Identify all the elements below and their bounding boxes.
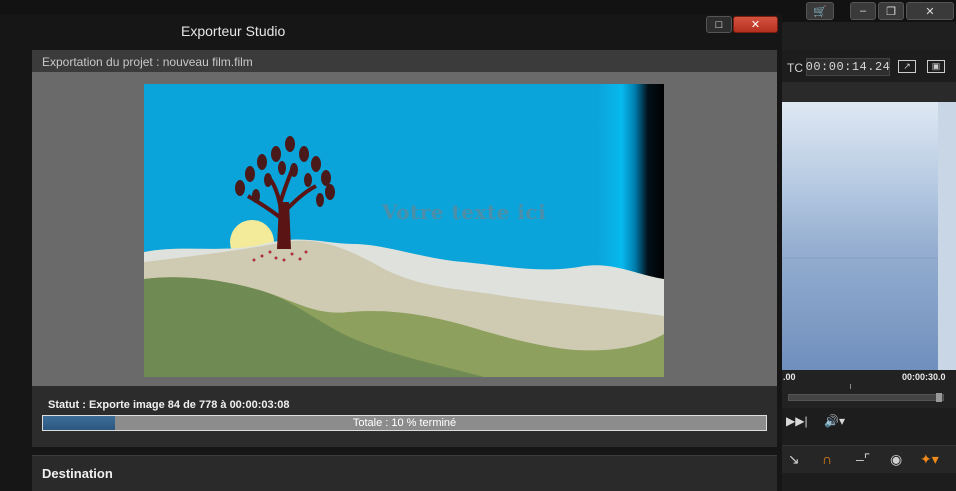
audio-icon[interactable]: ◉ [890, 451, 902, 468]
tree-trunk [277, 202, 291, 249]
progress-bar: Totale : 10 % terminé [42, 415, 767, 431]
restore-icon[interactable]: ❐ [878, 2, 904, 20]
magic-wand-icon[interactable]: ✦▾ [920, 451, 939, 468]
destination-label: Destination [42, 466, 113, 481]
preview-top-strip [782, 82, 956, 102]
export-preview-stage: Votre texte ici [32, 72, 777, 386]
timecode-prefix: TC [787, 61, 803, 75]
close-icon[interactable]: ✕ [733, 16, 778, 33]
export-icon[interactable]: ↗ [898, 60, 916, 73]
transport-controls: ▶▶| 🔊▾ [782, 410, 956, 434]
timeline-tick [850, 384, 851, 389]
magnet-icon[interactable]: ∩ [822, 451, 832, 467]
fullscreen-icon[interactable]: ▣ [927, 60, 945, 73]
status-text: Statut : Exporte image 84 de 778 à 00:00… [48, 399, 290, 411]
volume-icon[interactable]: 🔊▾ [824, 414, 845, 428]
export-panel: Exportation du projet : nouveau film.fil… [32, 50, 777, 447]
exporter-dialog: Exporteur Studio □ ✕ Exportation du proj… [0, 14, 782, 491]
play-end-icon[interactable]: ▶▶| [786, 414, 808, 428]
dialog-title: Exporteur Studio [181, 23, 286, 39]
player-preview-edge [938, 102, 956, 370]
maximize-icon[interactable]: □ [706, 16, 732, 33]
app-close-icon[interactable]: ✕ [906, 2, 954, 20]
export-header: Exportation du projet : nouveau film.fil… [32, 50, 777, 72]
split-icon[interactable]: –⌜ [856, 451, 870, 468]
screen: 🛒 – ❐ ✕ ▼ ▼ 00 t er ue TC 00:00:14.24 ↗ … [0, 0, 956, 491]
scrubber-track[interactable] [788, 394, 944, 401]
destination-panel[interactable]: Destination [32, 455, 777, 491]
timeline-start: .00 [783, 372, 796, 382]
arrow-icon[interactable]: ↘ [788, 451, 800, 468]
export-project-label: Exportation du projet : nouveau film.fil… [42, 55, 253, 69]
status-area: Statut : Exporte image 84 de 778 à 00:00… [32, 386, 777, 447]
cart-icon[interactable]: 🛒 [806, 2, 834, 20]
player-preview [782, 102, 942, 370]
scrubber-handle[interactable] [936, 393, 942, 402]
export-preview-frame: Votre texte ici [144, 84, 664, 377]
progress-label: Totale : 10 % terminé [352, 417, 457, 429]
timecode-display[interactable]: 00:00:14.24 [806, 58, 890, 76]
preview-overlay-text: Votre texte ici [382, 200, 547, 224]
preview-scene [144, 84, 664, 377]
minimize-icon[interactable]: – [850, 2, 876, 20]
timeline-end: 00:00:30.0 [902, 372, 946, 382]
dialog-title-bar[interactable]: Exporteur Studio □ ✕ [0, 14, 782, 50]
